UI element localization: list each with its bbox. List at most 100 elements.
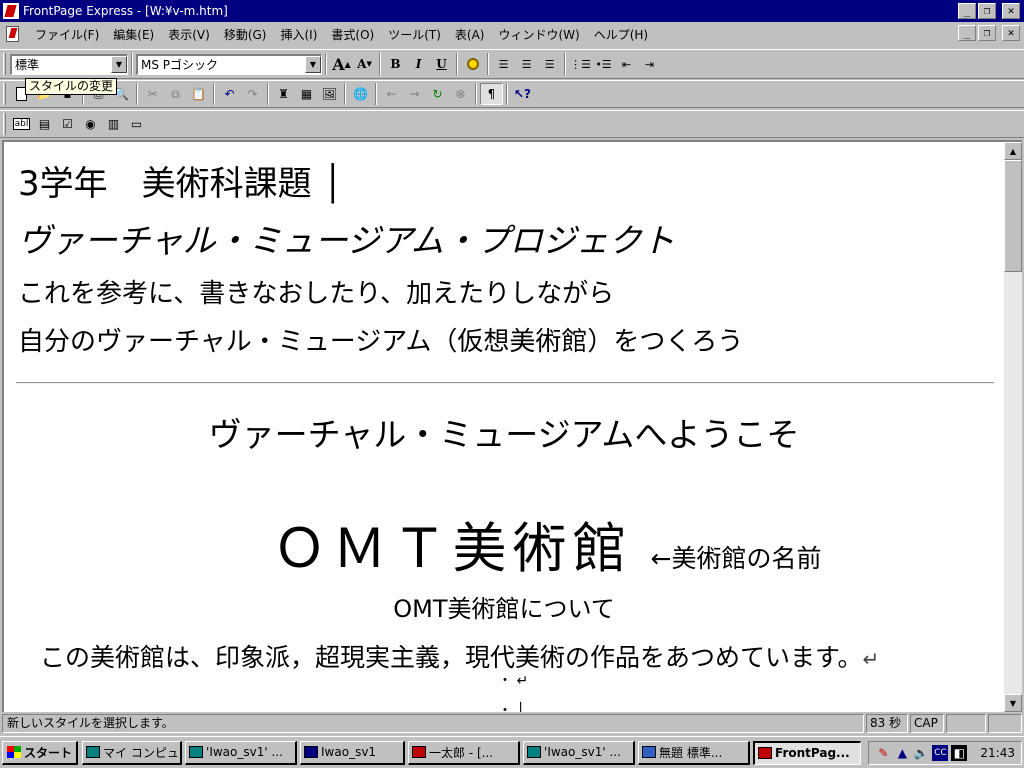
toolbar-grip[interactable] <box>3 83 6 105</box>
vertical-scrollbar[interactable]: ▲ ▼ <box>1004 142 1022 712</box>
underline-button[interactable]: U <box>430 53 453 75</box>
ichitaro-icon <box>412 746 427 758</box>
insert-image-icon[interactable]: 🖼 <box>318 83 341 105</box>
cut-icon[interactable]: ✂ <box>141 83 164 105</box>
redo-icon[interactable]: ↷ <box>241 83 264 105</box>
description-paragraph: この美術館は、印象派，超現実主義，現代美術の作品をあつめています。↵ <box>40 638 879 674</box>
menu-insert[interactable]: 挿入(I) <box>273 26 324 43</box>
heading-course-title: 3学年 美術科課題 │ <box>18 164 343 204</box>
bullet-item-2: ・ │ <box>498 703 525 712</box>
scroll-up-icon[interactable]: ▲ <box>1004 142 1022 160</box>
decrease-indent-icon[interactable]: ⇤ <box>615 53 638 75</box>
ime-icon[interactable]: CC <box>932 744 949 761</box>
dropdown-menu-icon[interactable]: ▥ <box>102 113 125 135</box>
menu-go[interactable]: 移動(G) <box>217 26 274 43</box>
download-time: 83 秒 <box>866 713 908 733</box>
menu-edit[interactable]: 編集(E) <box>106 26 161 43</box>
pen-icon[interactable]: ✎ <box>875 745 891 761</box>
task-ichitaro[interactable]: 一太郎 - [... <box>408 740 521 765</box>
menu-tools[interactable]: ツール(T) <box>381 26 448 43</box>
webbot-icon[interactable]: ♜ <box>272 83 295 105</box>
title-bar[interactable]: FrontPage Express - [W:¥v-m.htm] _ ❐ ✕ <box>0 0 1024 22</box>
task-my-computer[interactable]: マイ コンピュータ <box>82 740 183 765</box>
menu-window[interactable]: ウィンドウ(W) <box>491 26 586 43</box>
increase-font-size-button[interactable]: A ▲ <box>330 53 353 75</box>
back-icon[interactable]: ← <box>380 83 403 105</box>
stop-icon[interactable]: ⊗ <box>449 83 472 105</box>
hyperlink-icon[interactable]: 🌐 <box>349 83 372 105</box>
task-iwao-sv1-1[interactable]: 'Iwao_sv1' ... <box>185 740 298 765</box>
text-box-icon[interactable]: abl <box>10 113 33 135</box>
instruction-line-2: 自分のヴァーチャル・ミュージアム（仮想美術館）をつくろう <box>18 327 744 357</box>
document-content[interactable]: 3学年 美術科課題 │ ヴァーチャル・ミュージアム・プロジェクト これを参考に、… <box>4 142 1004 712</box>
chevron-down-icon[interactable]: ▼ <box>305 56 321 73</box>
description-text: この美術館は、印象派，超現実主義，現代美術の作品をあつめています。 <box>40 643 863 672</box>
align-left-icon[interactable]: ☰ <box>492 53 515 75</box>
font-select[interactable]: MS Pゴシック ▼ <box>136 53 322 75</box>
scrolling-text-box-icon[interactable]: ▤ <box>33 113 56 135</box>
about-heading: OMT美術館について <box>393 595 615 623</box>
toolbar-grip[interactable] <box>3 113 6 135</box>
close-button[interactable]: ✕ <box>1002 3 1020 19</box>
restore-button[interactable]: ❐ <box>978 3 996 19</box>
show-paragraph-marks-button[interactable]: ¶ <box>480 83 503 105</box>
bulleted-list-icon[interactable]: •☰ <box>592 53 615 75</box>
doc-minimize-button[interactable]: _ <box>958 25 976 41</box>
menu-help[interactable]: ヘルプ(H) <box>587 26 655 43</box>
align-right-icon[interactable]: ☰ <box>538 53 561 75</box>
push-button-icon[interactable]: ▭ <box>125 113 148 135</box>
insert-table-icon[interactable]: ▦ <box>295 83 318 105</box>
style-select[interactable]: 標準 ▼ <box>10 53 128 75</box>
increase-indent-icon[interactable]: ⇥ <box>638 53 661 75</box>
menu-view[interactable]: 表示(V) <box>161 26 217 43</box>
editor-area[interactable]: 3学年 美術科課題 │ ヴァーチャル・ミュージアム・プロジェクト これを参考に、… <box>2 140 1022 712</box>
toolbar-grip[interactable] <box>3 53 6 75</box>
scroll-down-icon[interactable]: ▼ <box>1004 694 1022 712</box>
task-label: 一太郎 - [... <box>429 745 494 760</box>
text-color-button[interactable] <box>461 53 484 75</box>
frontpage-app-icon[interactable] <box>3 3 19 19</box>
task-untitled-browser[interactable]: 無題 標準... <box>638 740 751 765</box>
clock[interactable]: 21:43 <box>980 746 1015 760</box>
computer-icon <box>304 746 319 758</box>
radio-button-icon[interactable]: ◉ <box>79 113 102 135</box>
paste-icon[interactable]: 📋 <box>187 83 210 105</box>
bold-button[interactable]: B <box>384 53 407 75</box>
doc-close-button[interactable]: ✕ <box>1002 25 1020 41</box>
undo-icon[interactable]: ↶ <box>218 83 241 105</box>
speaker-icon[interactable]: 🔈 <box>913 745 929 761</box>
document-icon[interactable] <box>4 25 22 43</box>
task-iwao-sv1-2[interactable]: Iwao_sv1 <box>300 740 406 765</box>
bullet-item-1: ・ ↵ <box>498 673 529 689</box>
status-empty-cell <box>946 713 986 733</box>
minimize-button[interactable]: _ <box>958 3 976 19</box>
refresh-icon[interactable]: ↻ <box>426 83 449 105</box>
forward-icon[interactable]: → <box>403 83 426 105</box>
task-label: 'Iwao_sv1' ... <box>544 745 621 759</box>
start-button[interactable]: スタート <box>2 740 79 765</box>
task-frontpage[interactable]: FrontPag... <box>753 740 862 765</box>
status-bar: 新しいスタイルを選択します。 83 秒 CAP <box>0 712 1024 734</box>
align-center-icon[interactable]: ☰ <box>515 53 538 75</box>
status-empty-cell <box>988 713 1022 733</box>
chevron-down-icon[interactable]: ▼ <box>111 56 127 73</box>
start-label: スタート <box>24 745 73 760</box>
task-label: 無題 標準... <box>659 745 723 760</box>
scroll-thumb[interactable] <box>1004 160 1022 272</box>
network-icon[interactable]: ▲ <box>894 745 910 761</box>
menu-file[interactable]: ファイル(F) <box>28 26 106 43</box>
checkbox-icon[interactable]: ☑ <box>56 113 79 135</box>
decrease-font-size-button[interactable]: A ▼ <box>353 53 376 75</box>
menu-bar: ファイル(F) 編集(E) 表示(V) 移動(G) 挿入(I) 書式(O) ツー… <box>0 22 1024 46</box>
menu-format[interactable]: 書式(O) <box>324 26 381 43</box>
italic-button[interactable]: I <box>407 53 430 75</box>
task-label: マイ コンピュータ <box>103 745 180 760</box>
menu-table[interactable]: 表(A) <box>448 26 492 43</box>
help-what-is-button[interactable]: ↖? <box>511 83 534 105</box>
display-icon[interactable]: ◧ <box>951 744 968 761</box>
numbered-list-icon[interactable]: ⋮☰ <box>569 53 592 75</box>
doc-restore-button[interactable]: ❐ <box>978 25 996 41</box>
copy-icon[interactable]: ⧉ <box>164 83 187 105</box>
task-iwao-sv1-3[interactable]: 'Iwao_sv1' ... <box>523 740 636 765</box>
style-select-value: 標準 <box>15 58 40 72</box>
